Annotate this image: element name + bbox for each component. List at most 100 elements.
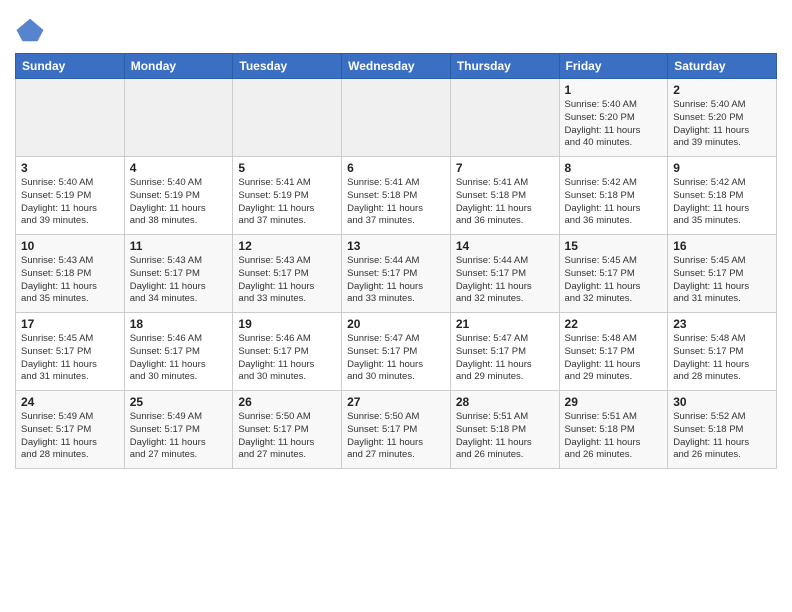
calendar-header-saturday: Saturday: [668, 54, 777, 79]
day-info: Sunrise: 5:48 AM Sunset: 5:17 PM Dayligh…: [673, 333, 771, 384]
calendar-cell: 30 Sunrise: 5:52 AM Sunset: 5:18 PM Dayli…: [668, 391, 777, 469]
day-number: 26: [238, 395, 336, 409]
calendar-cell: [450, 79, 559, 157]
day-info: Sunrise: 5:51 AM Sunset: 5:18 PM Dayligh…: [565, 411, 663, 462]
day-number: 14: [456, 239, 554, 253]
calendar-cell: 17 Sunrise: 5:45 AM Sunset: 5:17 PM Dayli…: [16, 313, 125, 391]
day-number: 4: [130, 161, 228, 175]
day-info: Sunrise: 5:49 AM Sunset: 5:17 PM Dayligh…: [130, 411, 228, 462]
calendar-week-3: 10 Sunrise: 5:43 AM Sunset: 5:18 PM Dayli…: [16, 235, 777, 313]
day-number: 21: [456, 317, 554, 331]
day-number: 5: [238, 161, 336, 175]
day-info: Sunrise: 5:44 AM Sunset: 5:17 PM Dayligh…: [456, 255, 554, 306]
day-info: Sunrise: 5:42 AM Sunset: 5:18 PM Dayligh…: [565, 177, 663, 228]
calendar-header-monday: Monday: [124, 54, 233, 79]
calendar-cell: 4 Sunrise: 5:40 AM Sunset: 5:19 PM Daylig…: [124, 157, 233, 235]
calendar-header-friday: Friday: [559, 54, 668, 79]
day-info: Sunrise: 5:40 AM Sunset: 5:19 PM Dayligh…: [130, 177, 228, 228]
calendar-cell: 16Sunrise: 5:45 AM Sunset: 5:17 PM Dayli…: [668, 235, 777, 313]
day-number: 30: [673, 395, 771, 409]
calendar-cell: [342, 79, 451, 157]
day-number: 12: [238, 239, 336, 253]
day-number: 18: [130, 317, 228, 331]
day-number: 7: [456, 161, 554, 175]
calendar-cell: 1 Sunrise: 5:40 AM Sunset: 5:20 PM Daylig…: [559, 79, 668, 157]
page: SundayMondayTuesdayWednesdayThursdayFrid…: [0, 0, 792, 612]
day-info: Sunrise: 5:45 AM Sunset: 5:17 PM Dayligh…: [21, 333, 119, 384]
calendar-cell: 7 Sunrise: 5:41 AM Sunset: 5:18 PM Daylig…: [450, 157, 559, 235]
calendar-week-1: 1 Sunrise: 5:40 AM Sunset: 5:20 PM Daylig…: [16, 79, 777, 157]
calendar-cell: 12 Sunrise: 5:43 AM Sunset: 5:17 PM Dayli…: [233, 235, 342, 313]
calendar-cell: 25Sunrise: 5:49 AM Sunset: 5:17 PM Dayli…: [124, 391, 233, 469]
calendar-header-thursday: Thursday: [450, 54, 559, 79]
calendar-cell: 26 Sunrise: 5:50 AM Sunset: 5:17 PM Dayli…: [233, 391, 342, 469]
calendar-cell: 11 Sunrise: 5:43 AM Sunset: 5:17 PM Dayli…: [124, 235, 233, 313]
day-info: Sunrise: 5:44 AM Sunset: 5:17 PM Dayligh…: [347, 255, 445, 306]
day-number: 6: [347, 161, 445, 175]
day-info: Sunrise: 5:43 AM Sunset: 5:17 PM Dayligh…: [130, 255, 228, 306]
calendar-cell: 24 Sunrise: 5:49 AM Sunset: 5:17 PM Dayli…: [16, 391, 125, 469]
calendar-header-tuesday: Tuesday: [233, 54, 342, 79]
calendar-week-5: 24 Sunrise: 5:49 AM Sunset: 5:17 PM Dayli…: [16, 391, 777, 469]
day-info: Sunrise: 5:47 AM Sunset: 5:17 PM Dayligh…: [456, 333, 554, 384]
day-info: Sunrise: 5:49 AM Sunset: 5:17 PM Dayligh…: [21, 411, 119, 462]
calendar-cell: 15 Sunrise: 5:45 AM Sunset: 5:17 PM Dayli…: [559, 235, 668, 313]
day-number: 3: [21, 161, 119, 175]
day-info: Sunrise: 5:40 AM Sunset: 5:20 PM Dayligh…: [673, 99, 771, 150]
day-number: 22: [565, 317, 663, 331]
calendar-cell: 10 Sunrise: 5:43 AM Sunset: 5:18 PM Dayli…: [16, 235, 125, 313]
day-info: Sunrise: 5:46 AM Sunset: 5:17 PM Dayligh…: [130, 333, 228, 384]
calendar-cell: 20 Sunrise: 5:47 AM Sunset: 5:17 PM Dayli…: [342, 313, 451, 391]
calendar-cell: 18 Sunrise: 5:46 AM Sunset: 5:17 PM Dayli…: [124, 313, 233, 391]
header: [15, 10, 777, 45]
calendar-cell: 23 Sunrise: 5:48 AM Sunset: 5:17 PM Dayli…: [668, 313, 777, 391]
calendar-cell: 27Sunrise: 5:50 AM Sunset: 5:17 PM Dayli…: [342, 391, 451, 469]
calendar-cell: 22 Sunrise: 5:48 AM Sunset: 5:17 PM Dayli…: [559, 313, 668, 391]
day-info: Sunrise: 5:41 AM Sunset: 5:18 PM Dayligh…: [347, 177, 445, 228]
calendar-cell: [124, 79, 233, 157]
calendar-cell: 29 Sunrise: 5:51 AM Sunset: 5:18 PM Dayli…: [559, 391, 668, 469]
calendar-table: SundayMondayTuesdayWednesdayThursdayFrid…: [15, 53, 777, 469]
day-number: 11: [130, 239, 228, 253]
day-number: 20: [347, 317, 445, 331]
calendar-header-row: SundayMondayTuesdayWednesdayThursdayFrid…: [16, 54, 777, 79]
calendar-cell: 14 Sunrise: 5:44 AM Sunset: 5:17 PM Dayli…: [450, 235, 559, 313]
day-info: Sunrise: 5:43 AM Sunset: 5:17 PM Dayligh…: [238, 255, 336, 306]
day-number: 1: [565, 83, 663, 97]
calendar-cell: 13 Sunrise: 5:44 AM Sunset: 5:17 PM Dayli…: [342, 235, 451, 313]
day-number: 16: [673, 239, 771, 253]
day-info: Sunrise: 5:40 AM Sunset: 5:20 PM Dayligh…: [565, 99, 663, 150]
calendar-cell: [233, 79, 342, 157]
calendar-week-2: 3 Sunrise: 5:40 AM Sunset: 5:19 PM Daylig…: [16, 157, 777, 235]
logo: [15, 15, 49, 45]
day-number: 13: [347, 239, 445, 253]
day-info: Sunrise: 5:43 AM Sunset: 5:18 PM Dayligh…: [21, 255, 119, 306]
day-info: Sunrise: 5:50 AM Sunset: 5:17 PM Dayligh…: [238, 411, 336, 462]
calendar-cell: 19Sunrise: 5:46 AM Sunset: 5:17 PM Dayli…: [233, 313, 342, 391]
day-number: 15: [565, 239, 663, 253]
day-number: 2: [673, 83, 771, 97]
calendar-cell: [16, 79, 125, 157]
day-info: Sunrise: 5:41 AM Sunset: 5:19 PM Dayligh…: [238, 177, 336, 228]
day-info: Sunrise: 5:40 AM Sunset: 5:19 PM Dayligh…: [21, 177, 119, 228]
day-info: Sunrise: 5:46 AM Sunset: 5:17 PM Dayligh…: [238, 333, 336, 384]
calendar-cell: 6 Sunrise: 5:41 AM Sunset: 5:18 PM Daylig…: [342, 157, 451, 235]
day-number: 9: [673, 161, 771, 175]
day-number: 24: [21, 395, 119, 409]
calendar-cell: 28Sunrise: 5:51 AM Sunset: 5:18 PM Dayli…: [450, 391, 559, 469]
calendar-cell: 9Sunrise: 5:42 AM Sunset: 5:18 PM Daylig…: [668, 157, 777, 235]
day-number: 17: [21, 317, 119, 331]
day-info: Sunrise: 5:41 AM Sunset: 5:18 PM Dayligh…: [456, 177, 554, 228]
day-number: 10: [21, 239, 119, 253]
day-number: 23: [673, 317, 771, 331]
day-info: Sunrise: 5:45 AM Sunset: 5:17 PM Dayligh…: [565, 255, 663, 306]
calendar-header-sunday: Sunday: [16, 54, 125, 79]
calendar-cell: 21 Sunrise: 5:47 AM Sunset: 5:17 PM Dayli…: [450, 313, 559, 391]
day-info: Sunrise: 5:47 AM Sunset: 5:17 PM Dayligh…: [347, 333, 445, 384]
day-number: 27: [347, 395, 445, 409]
day-info: Sunrise: 5:51 AM Sunset: 5:18 PM Dayligh…: [456, 411, 554, 462]
logo-icon: [15, 15, 45, 45]
day-number: 29: [565, 395, 663, 409]
day-info: Sunrise: 5:52 AM Sunset: 5:18 PM Dayligh…: [673, 411, 771, 462]
day-info: Sunrise: 5:48 AM Sunset: 5:17 PM Dayligh…: [565, 333, 663, 384]
